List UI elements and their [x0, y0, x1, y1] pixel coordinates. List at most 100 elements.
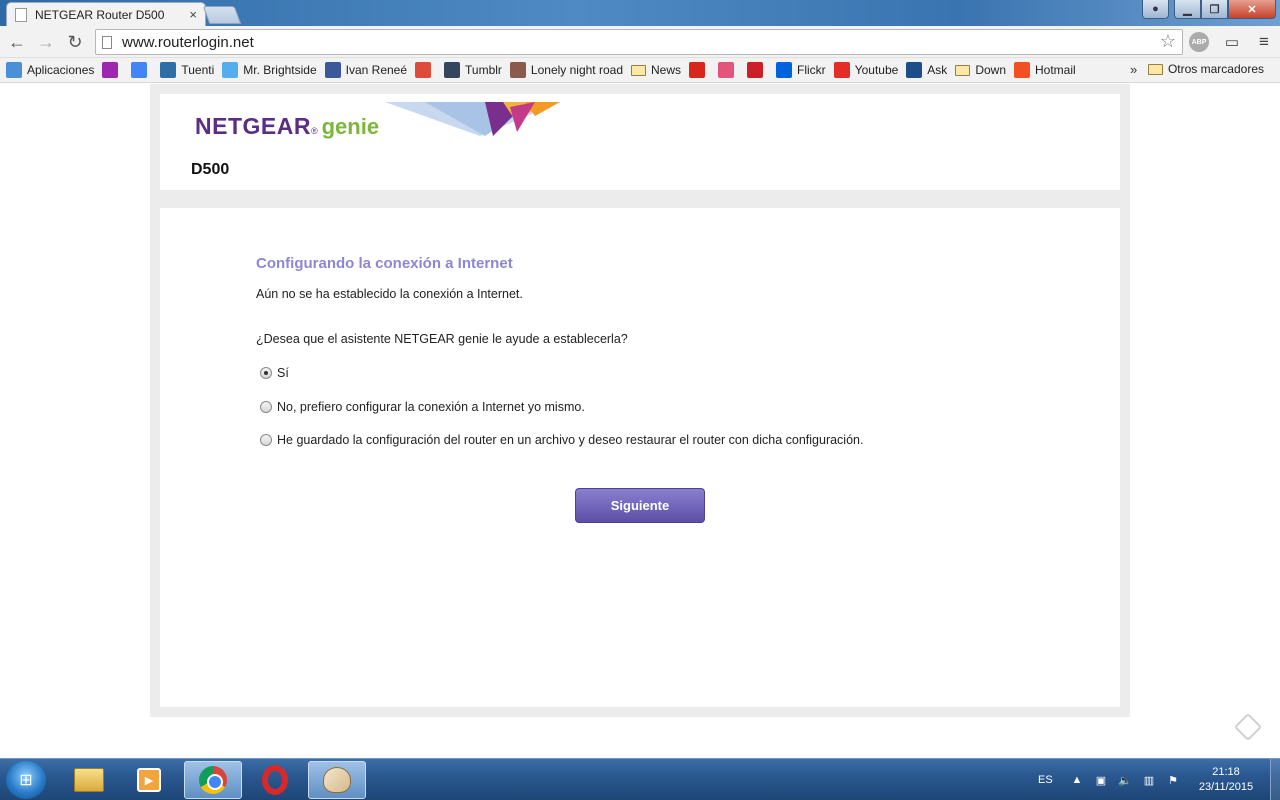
bookmark-item[interactable]: Flickr	[776, 62, 826, 78]
bookmark-item[interactable]	[747, 62, 768, 78]
user-profile-icon[interactable]: ●	[1142, 0, 1169, 19]
address-bar[interactable]: www.routerlogin.net ☆	[95, 29, 1183, 55]
adblock-plus-icon[interactable]: ABP	[1189, 32, 1209, 52]
flickr-icon	[776, 62, 793, 78]
bookmark-item[interactable]	[689, 62, 710, 78]
bookmark-item[interactable]: Mr. Brightside	[222, 62, 317, 78]
show-desktop-button[interactable]	[1270, 759, 1280, 800]
folder-icon	[74, 768, 104, 792]
bookmarks-bar: Aplicaciones Tuenti Mr. Brightside Ivan Ren…	[0, 58, 1280, 83]
tray-expand-icon[interactable]: ▲	[1070, 773, 1084, 787]
windows-taskbar: ⊞ ▶ ES ▲ ▣ 🔈 ▥ ⚑ 21:18 23/11/2015	[0, 758, 1280, 800]
logo-genie-text: genie	[321, 114, 380, 139]
logo-swoosh-icon	[385, 102, 560, 136]
feedback-icon[interactable]	[1233, 712, 1263, 742]
minimize-button[interactable]: ▁	[1174, 0, 1201, 19]
google-plus-icon	[415, 62, 432, 78]
bookmark-item[interactable]	[131, 62, 152, 78]
radio-restore[interactable]	[260, 434, 272, 446]
option-yes[interactable]: Sí	[260, 366, 289, 380]
taskbar-paint[interactable]	[308, 761, 366, 799]
browser-tab[interactable]: NETGEAR Router D500 ×	[6, 2, 206, 26]
system-clock[interactable]: 21:18 23/11/2015	[1186, 765, 1266, 795]
option-restore[interactable]: He guardado la configuración del router …	[260, 433, 863, 447]
close-window-button[interactable]: ✕	[1228, 0, 1276, 19]
bookmark-label: Down	[975, 63, 1006, 77]
tab-close-icon[interactable]: ×	[189, 7, 197, 22]
bookmark-item[interactable]: Tuenti	[160, 62, 214, 78]
chrome-icon	[199, 766, 227, 794]
folder-icon	[1147, 63, 1163, 75]
window-titlebar: NETGEAR Router D500 × ● ▁ ❐ ✕	[0, 0, 1280, 26]
colorful-grid-icon	[102, 62, 119, 78]
youtube-icon	[833, 62, 850, 78]
bookmark-item[interactable]	[102, 62, 123, 78]
clock-time: 21:18	[1212, 766, 1240, 778]
taskbar-opera[interactable]	[246, 761, 304, 799]
logo-registered-mark: ®	[310, 126, 318, 136]
tumblr-icon	[444, 62, 461, 78]
bookmark-item[interactable]: Down	[955, 63, 1006, 77]
bookmark-item[interactable]: Hotmail	[1014, 62, 1076, 78]
bookmark-item[interactable]: Tumblr	[444, 62, 502, 78]
option-restore-label: He guardado la configuración del router …	[277, 433, 864, 447]
radio-yes[interactable]	[260, 367, 272, 379]
start-button[interactable]: ⊞	[6, 761, 46, 799]
cast-icon[interactable]: ▭	[1222, 32, 1242, 52]
folder-icon	[631, 64, 646, 76]
bookmark-item[interactable]: Lonely night road	[509, 62, 623, 78]
radio-manual[interactable]	[260, 401, 272, 413]
language-indicator[interactable]: ES	[1038, 759, 1053, 800]
other-bookmarks[interactable]: Otros marcadores	[1147, 62, 1264, 76]
bookmark-item[interactable]	[718, 62, 739, 78]
bookmark-label: Hotmail	[1035, 63, 1076, 77]
bookmark-label: Tuenti	[181, 63, 215, 77]
bookmark-item[interactable]: Youtube	[833, 62, 899, 78]
connection-status-text: Aún no se ha establecido la conexión a I…	[256, 287, 523, 301]
chrome-menu-icon[interactable]: ≡	[1254, 32, 1274, 52]
option-yes-label: Sí	[277, 366, 289, 380]
bookmark-item[interactable]: News	[631, 63, 681, 77]
photo-icon	[509, 62, 526, 78]
url-text: www.routerlogin.net	[122, 33, 254, 51]
maximize-button[interactable]: ❐	[1201, 0, 1228, 19]
taskbar-file-explorer[interactable]	[60, 761, 118, 799]
bookmark-label: Tumblr	[465, 63, 502, 77]
tray-app-icon[interactable]: ▣	[1094, 773, 1108, 787]
facebook-icon	[324, 62, 341, 78]
bookmark-item[interactable]: Ivan Reneé	[324, 62, 407, 78]
bookmark-item[interactable]	[415, 62, 436, 78]
option-manual-label: No, prefiero configurar la conexión a In…	[277, 400, 585, 414]
next-button[interactable]: Siguiente	[575, 488, 705, 523]
bookmark-item[interactable]: Aplicaciones	[6, 62, 94, 78]
media-player-icon: ▶	[137, 768, 161, 792]
bookmark-label: Aplicaciones	[27, 63, 95, 77]
web-page: NETGEAR ® genie D500 Configurando la cone…	[0, 84, 1280, 758]
page-frame: NETGEAR ® genie D500 Configurando la cone…	[150, 84, 1130, 717]
option-manual[interactable]: No, prefiero configurar la conexión a In…	[260, 400, 585, 414]
taskbar-media-player[interactable]: ▶	[120, 761, 178, 799]
bookmark-item[interactable]: Ask	[906, 62, 947, 78]
bookmark-label: Youtube	[854, 63, 899, 77]
new-tab-button[interactable]	[202, 6, 242, 24]
network-icon[interactable]: ▥	[1142, 773, 1156, 787]
volume-icon[interactable]: 🔈	[1118, 773, 1132, 787]
bookmark-label: Mr. Brightside	[243, 63, 317, 77]
ask-icon	[906, 62, 923, 78]
reload-icon[interactable]: ↻	[64, 31, 86, 53]
more-bookmarks-chevron[interactable]: »	[1130, 62, 1137, 77]
forward-arrow-icon[interactable]: →	[35, 31, 57, 53]
router-model: D500	[191, 161, 230, 178]
browser-toolbar: ← → ↻ www.routerlogin.net ☆ ABP ▭ ≡	[0, 26, 1280, 58]
windows-icon	[1014, 62, 1030, 78]
bookmark-star-icon[interactable]: ☆	[1160, 31, 1176, 52]
other-bookmarks-label: Otros marcadores	[1167, 62, 1264, 76]
tuenti-icon	[160, 62, 177, 78]
back-arrow-icon[interactable]: ←	[6, 31, 28, 53]
bookmark-label: Ask	[927, 63, 948, 77]
bookmark-label: Lonely night road	[530, 63, 623, 77]
taskbar-chrome[interactable]	[184, 761, 242, 799]
action-center-icon[interactable]: ⚑	[1166, 773, 1180, 787]
bookmark-label: Flickr	[797, 63, 826, 77]
system-tray: ▲ ▣ 🔈 ▥ ⚑	[1070, 773, 1190, 787]
